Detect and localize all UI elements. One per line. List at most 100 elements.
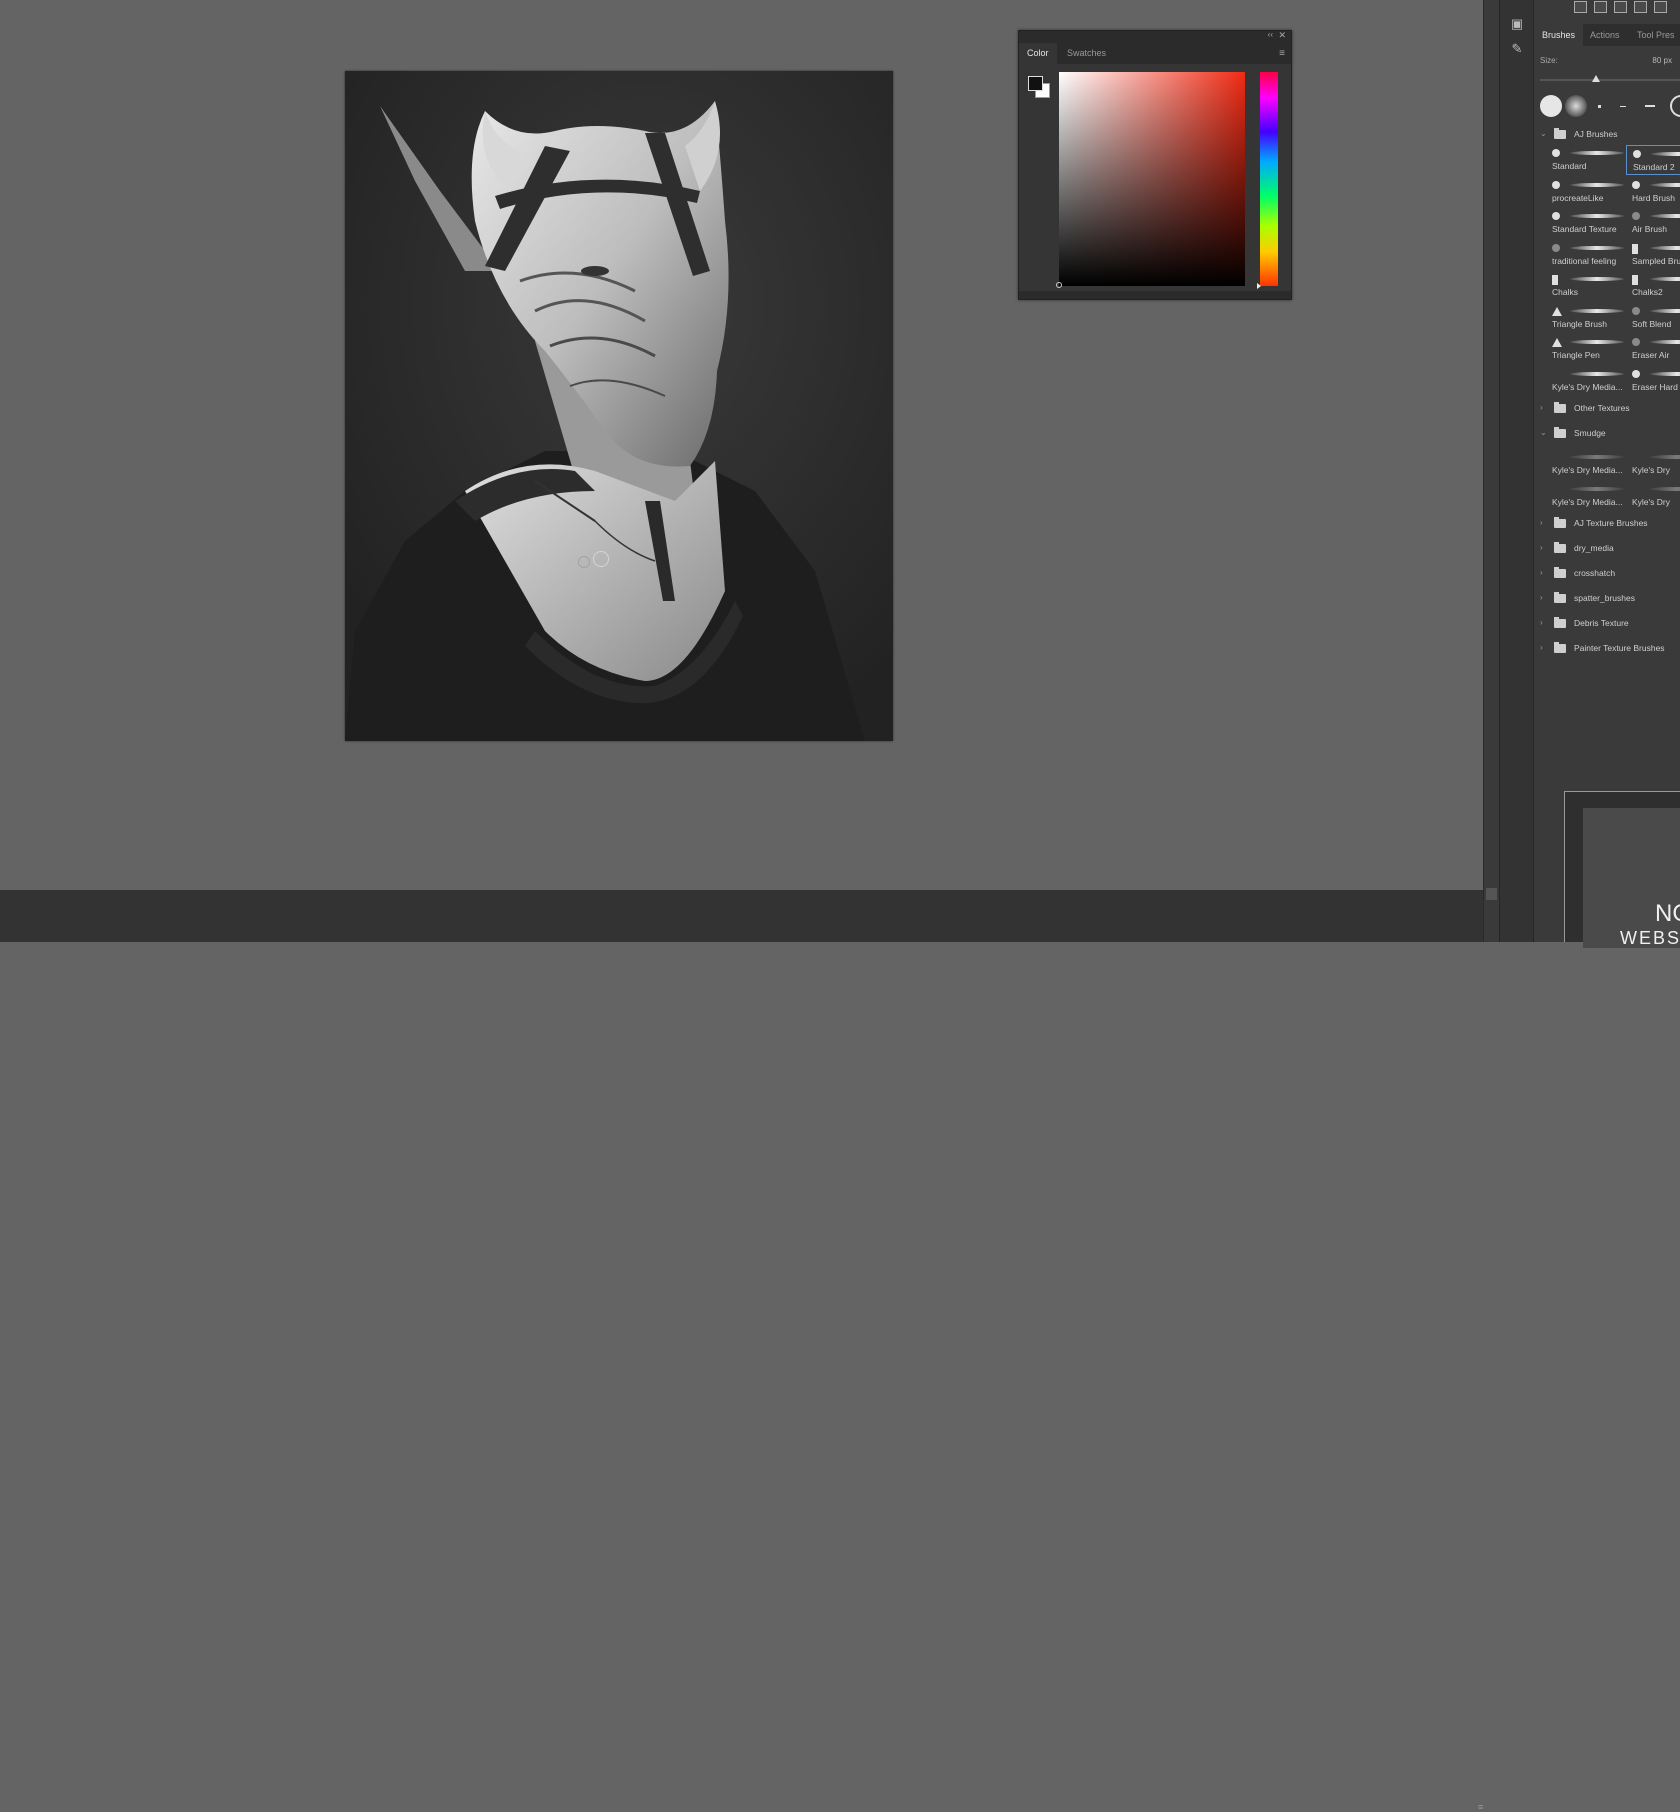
saturation-brightness-field[interactable]: [1056, 72, 1245, 288]
brush-item[interactable]: Chalks: [1546, 271, 1626, 301]
brush-group-folder[interactable]: › Debris Texture: [1540, 614, 1680, 632]
brush-label: Soft Blend: [1632, 318, 1672, 329]
brush-group-folder[interactable]: › Painter Texture Brushes: [1540, 639, 1680, 657]
size-value[interactable]: 80 px: [1652, 56, 1672, 65]
toolbar-icon[interactable]: [1614, 1, 1627, 13]
brush-group-folder[interactable]: › Other Textures: [1540, 399, 1680, 417]
brush-stroke-preview: [1650, 277, 1680, 281]
hue-slider-marker[interactable]: [1257, 283, 1261, 289]
line-tip-preset[interactable]: [1620, 106, 1626, 107]
panel-menu-icon[interactable]: ≡: [1478, 1802, 1483, 1812]
brush-group-folder[interactable]: ⌄ Smudge: [1540, 424, 1680, 442]
brush-label: Kyle's Dry Media...: [1552, 496, 1623, 507]
brushes-panel-tabs: Brushes Actions Tool Pres: [1534, 24, 1680, 46]
brush-group-folder[interactable]: › dry_media: [1540, 539, 1680, 557]
toolbar-icon[interactable]: [1654, 1, 1667, 13]
hamburger-menu-icon[interactable]: ≡: [1279, 48, 1285, 59]
brush-cursor: [593, 551, 609, 567]
brush-item[interactable]: Kyle's Dry: [1626, 449, 1680, 479]
toolbar-icon[interactable]: [1594, 1, 1607, 13]
brush-tip-icon: [1552, 149, 1560, 157]
color-picker-marker[interactable]: [1056, 282, 1062, 288]
brush-group-folder[interactable]: › AJ Texture Brushes: [1540, 514, 1680, 532]
toolbar-icon[interactable]: [1574, 1, 1587, 13]
brush-item[interactable]: Soft Blend: [1626, 303, 1680, 333]
brush-group-label: dry_media: [1574, 543, 1614, 553]
brush-label: Standard: [1552, 161, 1587, 171]
brush-label: Chalks2: [1632, 287, 1663, 297]
tab-actions[interactable]: Actions: [1590, 24, 1620, 46]
brush-item[interactable]: Kyle's Dry: [1626, 481, 1680, 511]
vertical-scrollbar[interactable]: [1483, 0, 1499, 942]
brush-item[interactable]: Standard 2: [1626, 145, 1680, 175]
color-panel-titlebar[interactable]: ‹‹ ✕: [1019, 30, 1291, 43]
brush-tip-icon: [1632, 369, 1640, 378]
brush-item[interactable]: Air Brush: [1626, 208, 1680, 238]
hue-slider[interactable]: [1260, 72, 1278, 286]
hard-round-tip-preset[interactable]: [1540, 95, 1562, 117]
brush-item[interactable]: Kyle's Dry Media...: [1546, 366, 1626, 396]
brush-item[interactable]: Eraser Hard: [1626, 366, 1680, 396]
chevron-right-icon[interactable]: ›: [1540, 539, 1548, 557]
close-icon[interactable]: ✕: [1278, 30, 1286, 41]
brush-tip-icon: [1633, 150, 1641, 158]
brush-item[interactable]: Sampled Brush: [1626, 240, 1680, 270]
brush-item[interactable]: Triangle Pen: [1546, 334, 1626, 364]
brush-settings-icon[interactable]: ✎: [1508, 40, 1526, 58]
chevron-right-icon[interactable]: ›: [1540, 514, 1548, 532]
brush-item[interactable]: Kyle's Dry Media...: [1546, 449, 1626, 479]
brush-tip-icon: [1552, 338, 1562, 347]
history-panel-icon[interactable]: ▣: [1508, 15, 1526, 33]
chevron-right-icon[interactable]: ›: [1540, 589, 1548, 607]
brush-label: Kyle's Dry Media...: [1552, 381, 1623, 392]
brush-item[interactable]: Chalks2: [1626, 271, 1680, 301]
color-panel-tabs: Color Swatches ≡: [1019, 43, 1291, 64]
brush-item[interactable]: Triangle Brush: [1546, 303, 1626, 333]
wide-line-tip-preset[interactable]: [1645, 105, 1655, 107]
brush-stroke-preview: [1650, 245, 1680, 250]
tab-brushes[interactable]: Brushes: [1534, 24, 1584, 46]
brush-group-folder[interactable]: › spatter_brushes: [1540, 589, 1680, 607]
brush-stroke-preview: [1570, 455, 1624, 459]
brush-item[interactable]: procreateLike: [1546, 177, 1626, 207]
toolbar-icon[interactable]: [1634, 1, 1647, 13]
foreground-color-swatch[interactable]: [1028, 76, 1043, 91]
tab-tool-presets[interactable]: Tool Pres: [1637, 24, 1675, 46]
small-tip-preset[interactable]: [1598, 105, 1601, 108]
chevron-down-icon[interactable]: ⌄: [1540, 424, 1548, 442]
brush-label: traditional feeling: [1552, 255, 1617, 266]
double-chevron-left-icon[interactable]: ‹‹: [1268, 30, 1273, 39]
chevron-right-icon[interactable]: ›: [1540, 564, 1548, 582]
chevron-down-icon[interactable]: ⌄: [1540, 125, 1548, 143]
status-bar: ≡: [0, 890, 1483, 1812]
brush-label: Eraser Hard: [1632, 381, 1678, 392]
brush-item[interactable]: Standard: [1546, 145, 1626, 175]
document-canvas[interactable]: [345, 71, 893, 741]
soft-round-tip-preset[interactable]: [1565, 95, 1587, 117]
brush-item[interactable]: Eraser Air: [1626, 334, 1680, 364]
brush-group-folder[interactable]: ⌄ AJ Brushes: [1540, 125, 1680, 143]
folder-icon: [1554, 592, 1566, 603]
brush-label: Triangle Brush: [1552, 318, 1607, 329]
brush-group-folder[interactable]: › crosshatch: [1540, 564, 1680, 582]
chevron-right-icon[interactable]: ›: [1540, 614, 1548, 632]
color-panel[interactable]: ‹‹ ✕ Color Swatches ≡: [1018, 30, 1292, 300]
folder-icon: [1554, 542, 1566, 553]
brush-label: Standard Texture: [1552, 224, 1617, 234]
brush-tip-icon: [1552, 275, 1558, 285]
tab-swatches[interactable]: Swatches: [1067, 43, 1106, 64]
brush-tip-icon: [1552, 212, 1560, 220]
chevron-right-icon[interactable]: ›: [1540, 399, 1548, 417]
size-slider-knob[interactable]: [1592, 75, 1601, 82]
brush-label: Kyle's Dry: [1632, 465, 1670, 475]
scrollbar-thumb[interactable]: [1486, 888, 1497, 900]
brush-item[interactable]: Hard Brush: [1626, 177, 1680, 207]
chevron-right-icon[interactable]: ›: [1540, 639, 1548, 657]
brush-item[interactable]: traditional feeling: [1546, 240, 1626, 270]
brush-item[interactable]: Standard Texture: [1546, 208, 1626, 238]
ring-tip-preset[interactable]: [1670, 95, 1680, 117]
size-slider[interactable]: [1540, 75, 1680, 82]
brush-item[interactable]: Kyle's Dry Media...: [1546, 481, 1626, 511]
brush-label: Sampled Brush: [1632, 255, 1680, 266]
tab-color[interactable]: Color: [1019, 43, 1057, 64]
